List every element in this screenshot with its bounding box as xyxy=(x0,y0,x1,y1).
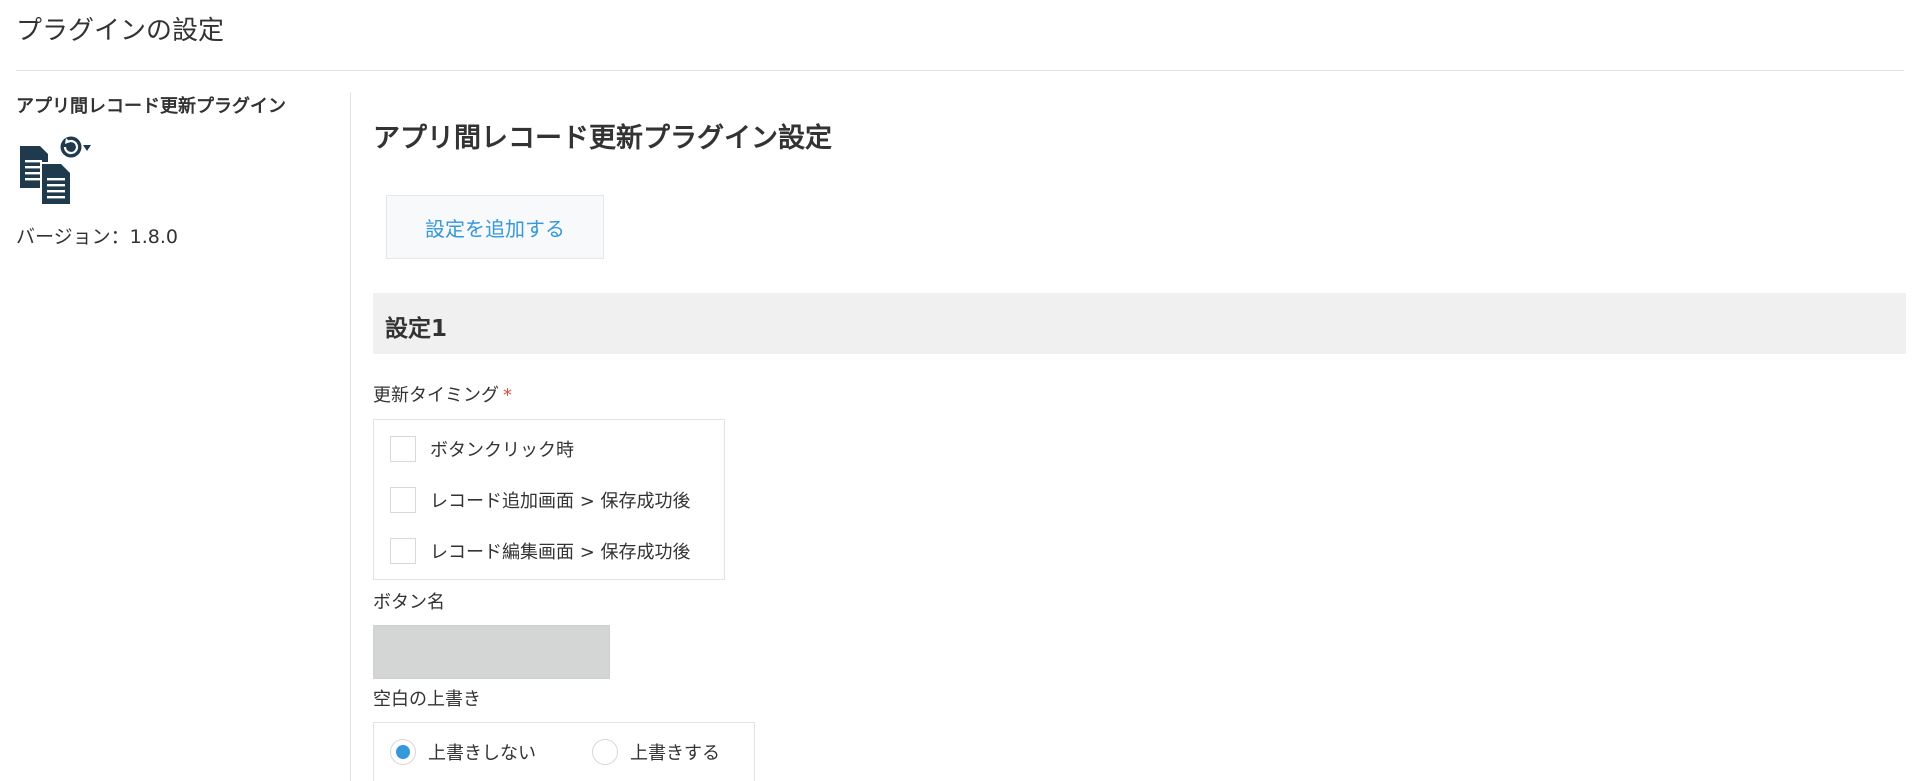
update-timing-label-text: 更新タイミング xyxy=(373,385,499,406)
add-setting-button[interactable]: 設定を追加する xyxy=(386,195,604,259)
setting-section-header: 設定1 xyxy=(373,293,1906,354)
plugin-info-sidebar: アプリ間レコード更新プラグイン バージョン：1.8.0 xyxy=(16,92,334,249)
checkbox-label: ボタンクリック時 xyxy=(430,440,574,461)
plugin-settings-page: プラグインの設定 アプリ間レコード更新プラグイン バージョン：1.8.0 アプリ… xyxy=(0,0,1920,781)
required-mark: * xyxy=(503,385,512,406)
checkbox-label: レコード追加画面 > 保存成功後 xyxy=(430,491,691,512)
setting-section-title: 設定1 xyxy=(385,316,448,342)
update-timing-label: 更新タイミング * xyxy=(373,381,512,407)
checkbox[interactable] xyxy=(390,487,416,513)
checkbox[interactable] xyxy=(390,538,416,564)
radio-no-overwrite[interactable]: 上書きしない xyxy=(390,737,536,767)
settings-main: アプリ間レコード更新プラグイン設定 設定を追加する 設定1 更新タイミング * ボ… xyxy=(373,92,1906,781)
update-timing-checkbox-group: ボタンクリック時 レコード追加画面 > 保存成功後 レコード編集画面 > 保存成… xyxy=(373,419,725,580)
plugin-version: バージョン：1.8.0 xyxy=(16,226,178,248)
checkbox-label: レコード編集画面 > 保存成功後 xyxy=(430,542,691,563)
timing-option-button-click[interactable]: ボタンクリック時 xyxy=(390,434,574,464)
button-name-label: ボタン名 xyxy=(373,592,445,613)
blank-overwrite-label: 空白の上書き xyxy=(373,689,481,710)
page-header: プラグインの設定 xyxy=(16,0,1904,71)
radio-label: 上書きする xyxy=(630,743,720,764)
checkbox[interactable] xyxy=(390,436,416,462)
radio-button[interactable] xyxy=(592,739,618,765)
copy-documents-refresh-icon xyxy=(20,135,91,206)
page-title: プラグインの設定 xyxy=(16,16,225,46)
radio-overwrite[interactable]: 上書きする xyxy=(592,737,720,767)
radio-label: 上書きしない xyxy=(428,743,536,764)
blank-overwrite-radio-group: 上書きしない 上書きする xyxy=(373,722,755,781)
vertical-divider xyxy=(350,92,351,781)
timing-option-after-add-save[interactable]: レコード追加画面 > 保存成功後 xyxy=(390,485,691,515)
settings-title: アプリ間レコード更新プラグイン設定 xyxy=(373,123,832,154)
timing-option-after-edit-save[interactable]: レコード編集画面 > 保存成功後 xyxy=(390,536,691,566)
plugin-name: アプリ間レコード更新プラグイン xyxy=(16,96,286,117)
button-name-input[interactable] xyxy=(373,625,610,679)
radio-button[interactable] xyxy=(390,739,416,765)
